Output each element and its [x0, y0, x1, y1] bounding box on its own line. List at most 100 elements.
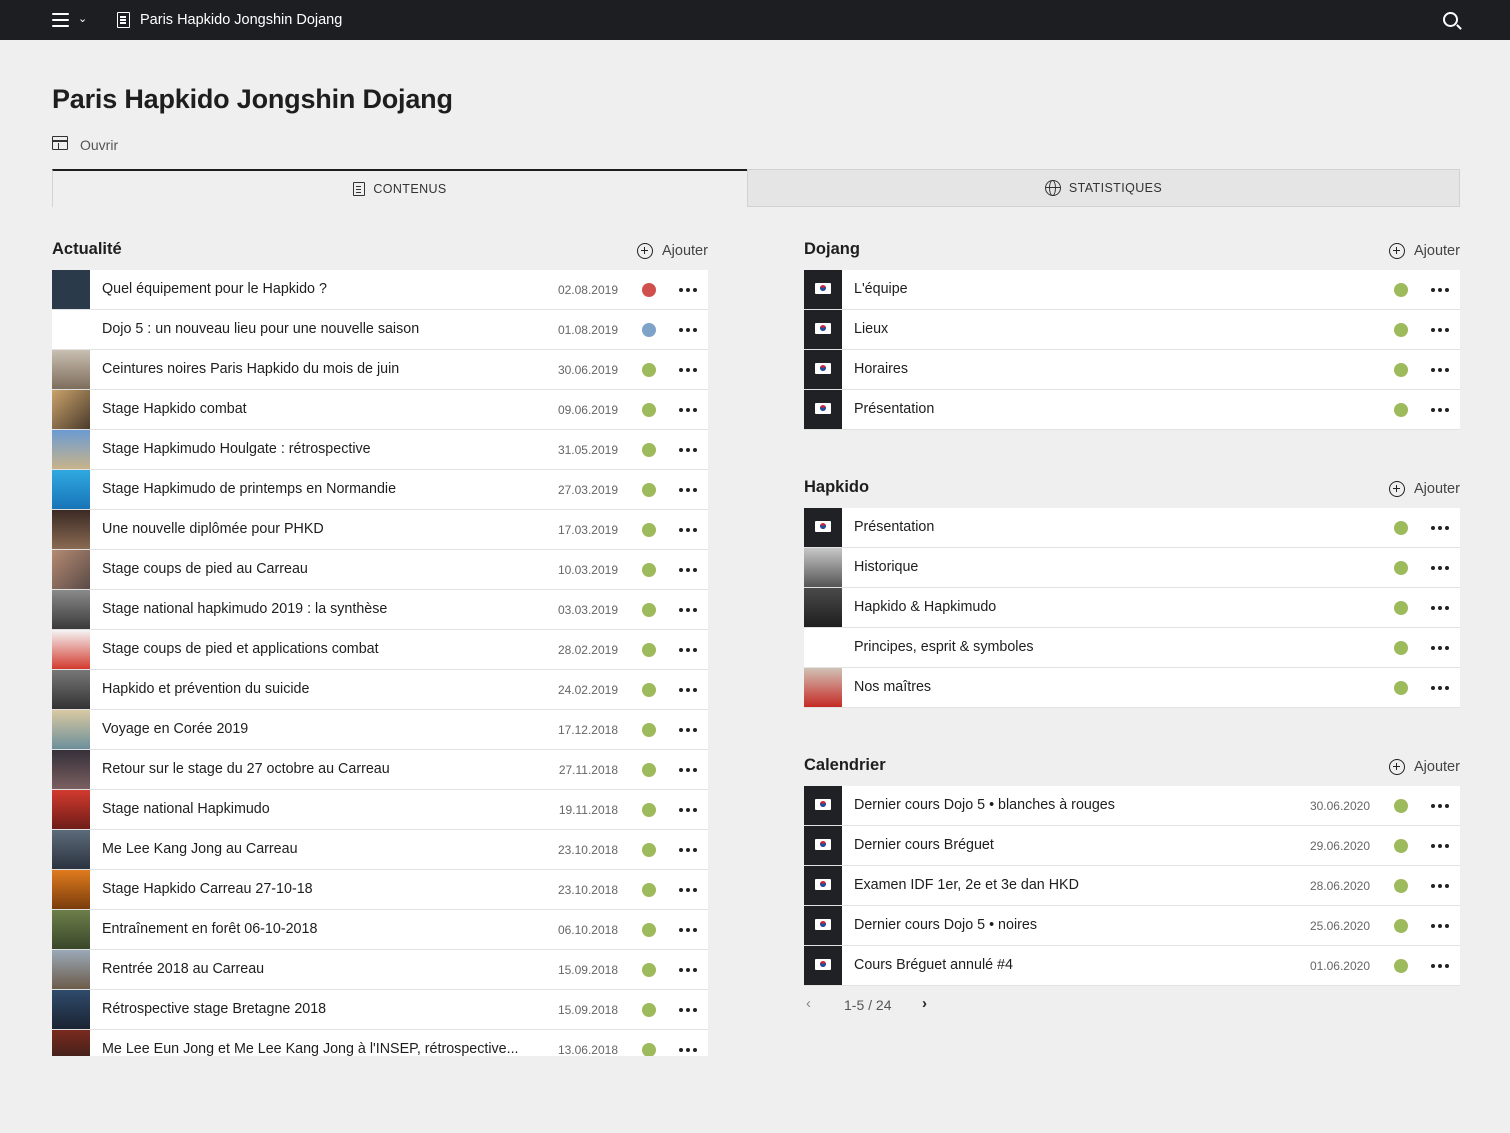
list-item[interactable]: Stage coups de pied au Carreau 10.03.2019 [52, 550, 708, 590]
more-options-icon[interactable] [1429, 360, 1451, 376]
more-options-icon[interactable] [677, 1000, 699, 1016]
add-actualite-button[interactable]: Ajouter [637, 243, 708, 259]
item-title[interactable]: Dernier cours Dojo 5 • blanches à rouges [854, 797, 1115, 813]
more-options-icon[interactable] [677, 440, 699, 456]
more-options-icon[interactable] [1429, 598, 1451, 614]
list-item[interactable]: Stage national Hapkimudo 19.11.2018 [52, 790, 708, 830]
more-options-icon[interactable] [677, 960, 699, 976]
more-options-icon[interactable] [1429, 558, 1451, 574]
list-item[interactable]: Stage Hapkido combat 09.06.2019 [52, 390, 708, 430]
list-item[interactable]: Cours Bréguet annulé #4 01.06.2020 [804, 946, 1460, 986]
more-options-icon[interactable] [1429, 916, 1451, 932]
item-title[interactable]: Stage coups de pied au Carreau [102, 561, 308, 577]
item-title[interactable]: Présentation [854, 519, 934, 535]
list-item[interactable]: Hapkido & Hapkimudo [804, 588, 1460, 628]
more-options-icon[interactable] [1429, 836, 1451, 852]
item-title[interactable]: Stage national hapkimudo 2019 : la synth… [102, 601, 387, 617]
list-item[interactable]: Quel équipement pour le Hapkido ? 02.08.2… [52, 270, 708, 310]
more-options-icon[interactable] [677, 920, 699, 936]
list-item[interactable]: L'équipe [804, 270, 1460, 310]
list-item[interactable]: Dernier cours Dojo 5 • noires 25.06.2020 [804, 906, 1460, 946]
more-options-icon[interactable] [1429, 518, 1451, 534]
item-title[interactable]: Me Lee Eun Jong et Me Lee Kang Jong à l'… [102, 1041, 519, 1056]
item-title[interactable]: Stage Hapkido combat [102, 401, 247, 417]
more-options-icon[interactable] [1429, 320, 1451, 336]
search-icon[interactable] [1443, 12, 1458, 27]
more-options-icon[interactable] [677, 520, 699, 536]
more-options-icon[interactable] [677, 280, 699, 296]
list-item[interactable]: Dernier cours Dojo 5 • blanches à rouges… [804, 786, 1460, 826]
more-options-icon[interactable] [1429, 638, 1451, 654]
item-title[interactable]: Me Lee Kang Jong au Carreau [102, 841, 298, 857]
more-options-icon[interactable] [677, 560, 699, 576]
list-item[interactable]: Rentrée 2018 au Carreau 15.09.2018 [52, 950, 708, 990]
add-calendrier-button[interactable]: Ajouter [1389, 759, 1460, 775]
list-item[interactable]: Historique [804, 548, 1460, 588]
list-item[interactable]: Nos maîtres [804, 668, 1460, 708]
item-title[interactable]: Rentrée 2018 au Carreau [102, 961, 264, 977]
list-item[interactable]: Présentation [804, 390, 1460, 430]
item-title[interactable]: Dojo 5 : un nouveau lieu pour une nouvel… [102, 321, 419, 337]
more-options-icon[interactable] [1429, 280, 1451, 296]
item-title[interactable]: L'équipe [854, 281, 908, 297]
more-options-icon[interactable] [677, 640, 699, 656]
list-item[interactable]: Stage Hapkido Carreau 27-10-18 23.10.2018 [52, 870, 708, 910]
item-title[interactable]: Cours Bréguet annulé #4 [854, 957, 1013, 973]
item-title[interactable]: Hapkido & Hapkimudo [854, 599, 996, 615]
list-item[interactable]: Une nouvelle diplômée pour PHKD 17.03.201… [52, 510, 708, 550]
item-title[interactable]: Stage Hapkimudo Houlgate : rétrospective [102, 441, 371, 457]
more-options-icon[interactable] [677, 1040, 699, 1056]
item-title[interactable]: Examen IDF 1er, 2e et 3e dan HKD [854, 877, 1079, 893]
list-item[interactable]: Principes, esprit & symboles [804, 628, 1460, 668]
tab-contenus[interactable]: CONTENUS [52, 169, 747, 207]
list-item[interactable]: Dernier cours Bréguet 29.06.2020 [804, 826, 1460, 866]
item-title[interactable]: Rétrospective stage Bretagne 2018 [102, 1001, 326, 1017]
item-title[interactable]: Stage Hapkido Carreau 27-10-18 [102, 881, 313, 897]
more-options-icon[interactable] [677, 800, 699, 816]
list-item[interactable]: Ceintures noires Paris Hapkido du mois d… [52, 350, 708, 390]
more-options-icon[interactable] [1429, 956, 1451, 972]
list-item[interactable]: Me Lee Kang Jong au Carreau 23.10.2018 [52, 830, 708, 870]
more-options-icon[interactable] [677, 760, 699, 776]
item-title[interactable]: Lieux [854, 321, 888, 337]
list-item[interactable]: Voyage en Corée 2019 17.12.2018 [52, 710, 708, 750]
list-item[interactable]: Entraînement en forêt 06-10-2018 06.10.20… [52, 910, 708, 950]
list-item[interactable]: Stage coups de pied et applications comb… [52, 630, 708, 670]
more-options-icon[interactable] [677, 480, 699, 496]
chevron-down-icon[interactable]: ⌄ [78, 12, 87, 25]
more-options-icon[interactable] [677, 400, 699, 416]
item-title[interactable]: Stage national Hapkimudo [102, 801, 270, 817]
add-hapkido-button[interactable]: Ajouter [1389, 481, 1460, 497]
more-options-icon[interactable] [677, 360, 699, 376]
list-item[interactable]: Stage Hapkimudo de printemps en Normandi… [52, 470, 708, 510]
more-options-icon[interactable] [677, 680, 699, 696]
tab-statistiques[interactable]: STATISTIQUES [747, 169, 1460, 207]
list-item[interactable]: Dojo 5 : un nouveau lieu pour une nouvel… [52, 310, 708, 350]
item-title[interactable]: Retour sur le stage du 27 octobre au Car… [102, 761, 390, 777]
more-options-icon[interactable] [677, 880, 699, 896]
more-options-icon[interactable] [677, 320, 699, 336]
hamburger-menu-icon[interactable] [52, 13, 69, 27]
more-options-icon[interactable] [1429, 678, 1451, 694]
list-item[interactable]: Hapkido et prévention du suicide 24.02.20… [52, 670, 708, 710]
list-item[interactable]: Rétrospective stage Bretagne 2018 15.09.2… [52, 990, 708, 1030]
list-item[interactable]: Stage Hapkimudo Houlgate : rétrospective… [52, 430, 708, 470]
item-title[interactable]: Entraînement en forêt 06-10-2018 [102, 921, 317, 937]
more-options-icon[interactable] [677, 840, 699, 856]
list-item[interactable]: Me Lee Eun Jong et Me Lee Kang Jong à l'… [52, 1030, 708, 1056]
list-item[interactable]: Retour sur le stage du 27 octobre au Car… [52, 750, 708, 790]
item-title[interactable]: Stage coups de pied et applications comb… [102, 641, 379, 657]
item-title[interactable]: Hapkido et prévention du suicide [102, 681, 309, 697]
more-options-icon[interactable] [1429, 400, 1451, 416]
item-title[interactable]: Dernier cours Bréguet [854, 837, 994, 853]
item-title[interactable]: Présentation [854, 401, 934, 417]
more-options-icon[interactable] [677, 720, 699, 736]
item-title[interactable]: Historique [854, 559, 918, 575]
list-item[interactable]: Lieux [804, 310, 1460, 350]
item-title[interactable]: Principes, esprit & symboles [854, 639, 1034, 655]
add-dojang-button[interactable]: Ajouter [1389, 243, 1460, 259]
list-item[interactable]: Horaires [804, 350, 1460, 390]
item-title[interactable]: Une nouvelle diplômée pour PHKD [102, 521, 324, 537]
chevron-left-icon[interactable]: ‹ [806, 995, 811, 1012]
item-title[interactable]: Stage Hapkimudo de printemps en Normandi… [102, 481, 396, 497]
